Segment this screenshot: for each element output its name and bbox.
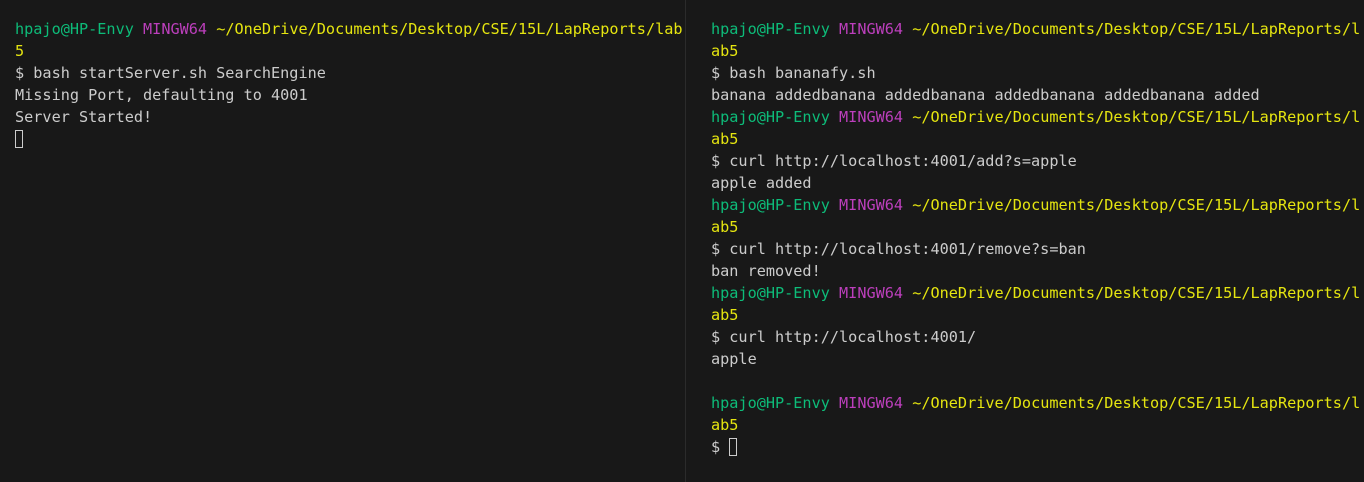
prompt-line: hpajo@HP-Envy MINGW64 ~/OneDrive/Documen…: [711, 106, 1364, 128]
prompt-path-wrap: ab5: [711, 42, 739, 60]
prompt-path: ~/OneDrive/Documents/Desktop/CSE/15L/Lap…: [912, 108, 1361, 126]
prompt-host: MINGW64: [839, 196, 904, 214]
prompt-path: ~/OneDrive/Documents/Desktop/CSE/15L/Lap…: [912, 284, 1361, 302]
terminal-pane-right[interactable]: hpajo@HP-Envy MINGW64 ~/OneDrive/Documen…: [685, 0, 1364, 482]
command-line: $ bash startServer.sh SearchEngine: [15, 64, 326, 82]
prompt-user: hpajo@HP-Envy: [711, 108, 830, 126]
command-line: $ curl http://localhost:4001/remove?s=ba…: [711, 240, 1086, 258]
prompt-line: hpajo@HP-Envy MINGW64 ~/OneDrive/Documen…: [711, 282, 1364, 304]
terminal-cursor[interactable]: [729, 438, 738, 456]
prompt-path-wrap: ab5: [711, 218, 739, 236]
output-line: Missing Port, defaulting to 4001: [15, 86, 308, 104]
prompt-host: MINGW64: [839, 394, 904, 412]
prompt-symbol: $: [711, 438, 721, 456]
input-line[interactable]: $: [711, 436, 1364, 458]
prompt-line: hpajo@HP-Envy MINGW64 ~/OneDrive/Documen…: [711, 392, 1364, 414]
prompt-user: hpajo@HP-Envy: [711, 20, 830, 38]
prompt-user: hpajo@HP-Envy: [711, 394, 830, 412]
command-line: $ bash bananafy.sh: [711, 64, 876, 82]
prompt-path: ~/OneDrive/Documents/Desktop/CSE/15L/Lap…: [912, 20, 1361, 38]
prompt-line: hpajo@HP-Envy MINGW64 ~/OneDrive/Documen…: [15, 18, 685, 40]
prompt-host: MINGW64: [839, 108, 904, 126]
pane-divider[interactable]: [685, 0, 686, 482]
output-line: Server Started!: [15, 108, 153, 126]
prompt-host: MINGW64: [143, 20, 208, 38]
prompt-user: hpajo@HP-Envy: [15, 20, 134, 38]
terminal-pane-left[interactable]: hpajo@HP-Envy MINGW64 ~/OneDrive/Documen…: [0, 0, 685, 482]
prompt-path: ~/OneDrive/Documents/Desktop/CSE/15L/Lap…: [912, 394, 1361, 412]
prompt-path-wrap: 5: [15, 42, 25, 60]
output-line: apple: [711, 350, 757, 368]
output-line: ban removed!: [711, 262, 821, 280]
prompt-host: MINGW64: [839, 20, 904, 38]
terminal-cursor[interactable]: [15, 130, 23, 148]
cursor-line: [15, 128, 685, 150]
prompt-user: hpajo@HP-Envy: [711, 284, 830, 302]
prompt-path: ~/OneDrive/Documents/Desktop/CSE/15L/Lap…: [216, 20, 683, 38]
terminal-split-view: hpajo@HP-Envy MINGW64 ~/OneDrive/Documen…: [0, 0, 1364, 482]
command-line: $ curl http://localhost:4001/: [711, 328, 977, 346]
prompt-line: hpajo@HP-Envy MINGW64 ~/OneDrive/Documen…: [711, 194, 1364, 216]
prompt-path-wrap: ab5: [711, 130, 739, 148]
prompt-line: hpajo@HP-Envy MINGW64 ~/OneDrive/Documen…: [711, 18, 1364, 40]
prompt-user: hpajo@HP-Envy: [711, 196, 830, 214]
prompt-host: MINGW64: [839, 284, 904, 302]
prompt-path: ~/OneDrive/Documents/Desktop/CSE/15L/Lap…: [912, 196, 1361, 214]
prompt-path-wrap: ab5: [711, 416, 739, 434]
prompt-path-wrap: ab5: [711, 306, 739, 324]
output-line: banana addedbanana addedbanana addedbana…: [711, 86, 1260, 104]
output-line: apple added: [711, 174, 812, 192]
command-line: $ curl http://localhost:4001/add?s=apple: [711, 152, 1077, 170]
